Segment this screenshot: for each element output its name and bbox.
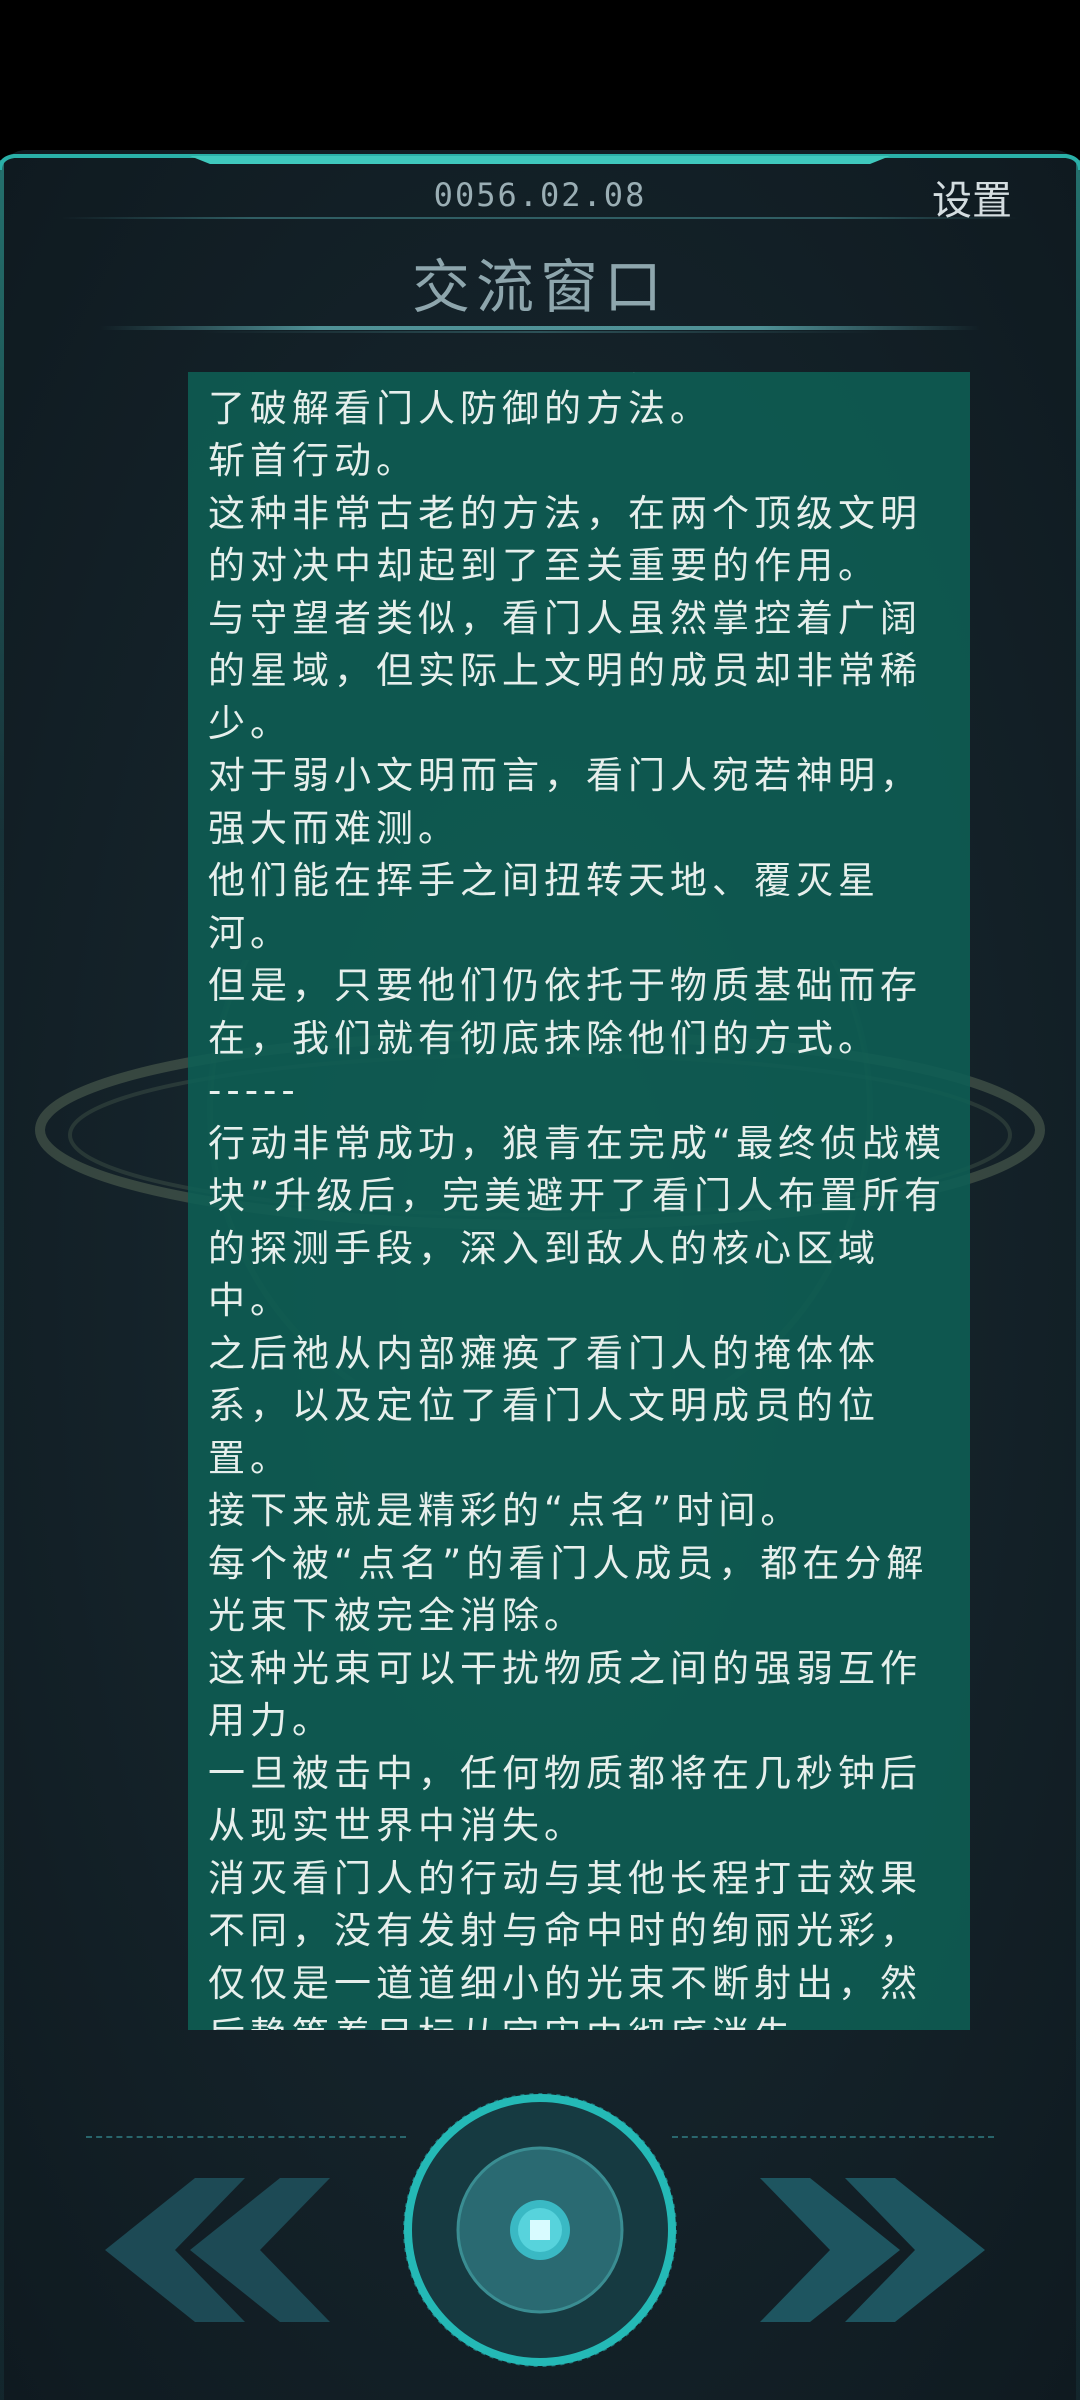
- previous-button[interactable]: [100, 2170, 330, 2330]
- center-action-button[interactable]: [400, 2090, 680, 2370]
- next-button[interactable]: [760, 2170, 990, 2330]
- app-screen: 0056.02.08 设置 交流窗口 经过两次失败的打击后，材该终于找到了破解看…: [0, 0, 1080, 2400]
- frame-edge-right: [1076, 160, 1080, 2400]
- top-frame-rim: [0, 150, 1080, 172]
- double-chevron-right-icon: [760, 2178, 985, 2322]
- header-divider: [60, 217, 1020, 219]
- nav-divider-left: [86, 2136, 406, 2138]
- frame-edge-left: [0, 160, 4, 2400]
- date-display: 0056.02.08: [433, 176, 647, 214]
- settings-button[interactable]: 设置: [932, 168, 1012, 226]
- title-underline: [100, 326, 980, 330]
- nav-divider-right: [672, 2136, 994, 2138]
- double-chevron-left-icon: [105, 2178, 330, 2322]
- home-core-button-icon: [403, 2093, 677, 2367]
- title-underline-shadow: [200, 331, 880, 333]
- chat-text-panel[interactable]: 经过两次失败的打击后，材该终于找到了破解看门人防御的方法。 斩首行动。 这种非常…: [188, 372, 970, 2030]
- chat-text-content: 经过两次失败的打击后，材该终于找到了破解看门人防御的方法。 斩首行动。 这种非常…: [208, 372, 947, 2030]
- page-title: 交流窗口: [411, 253, 668, 321]
